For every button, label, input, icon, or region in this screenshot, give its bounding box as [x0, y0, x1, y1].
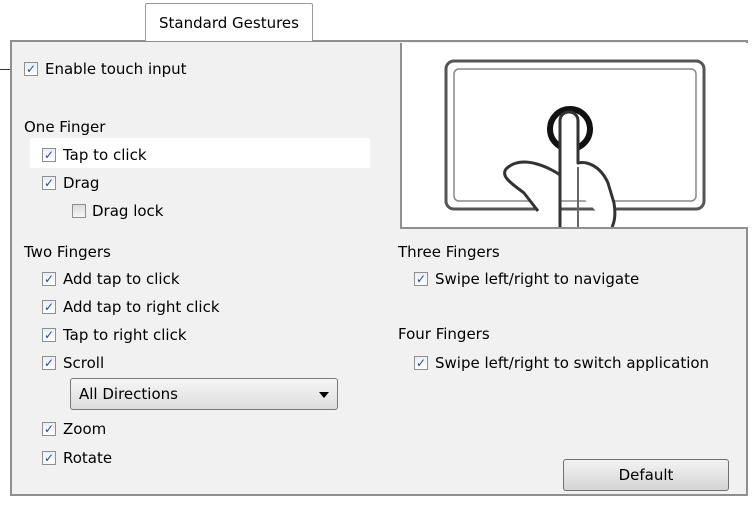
tab-standard-gestures[interactable]: Standard Gestures: [145, 3, 313, 41]
drag-lock-checkbox[interactable]: [72, 204, 86, 218]
three-finger-swipe-label: Swipe left/right to navigate: [435, 270, 640, 288]
four-fingers-header: Four Fingers: [398, 325, 490, 343]
three-finger-swipe-checkbox[interactable]: ✓: [414, 272, 428, 286]
scroll-direction-value: All Directions: [79, 385, 178, 403]
tap-to-right-click-checkbox[interactable]: ✓: [42, 328, 56, 342]
drag-checkbox[interactable]: ✓: [42, 176, 56, 190]
drag-lock-label: Drag lock: [92, 202, 164, 220]
add-tap-to-click-checkbox[interactable]: ✓: [42, 272, 56, 286]
two-fingers-header: Two Fingers: [24, 243, 111, 261]
scroll-label: Scroll: [63, 354, 105, 372]
rotate-label: Rotate: [63, 449, 113, 467]
tap-to-click-checkbox[interactable]: ✓: [42, 148, 56, 162]
enable-touch-checkbox[interactable]: ✓: [24, 62, 38, 76]
add-tap-to-right-click-checkbox[interactable]: ✓: [42, 300, 56, 314]
one-finger-header: One Finger: [24, 118, 106, 136]
dropdown-arrow-icon: [319, 392, 329, 398]
default-button[interactable]: Default: [563, 459, 729, 491]
add-tap-to-click-label: Add tap to click: [63, 270, 180, 288]
four-finger-swipe-label: Swipe left/right to switch application: [435, 354, 710, 372]
zoom-checkbox[interactable]: ✓: [42, 422, 56, 436]
add-tap-to-right-click-label: Add tap to right click: [63, 298, 220, 316]
rotate-checkbox[interactable]: ✓: [42, 451, 56, 465]
four-finger-swipe-checkbox[interactable]: ✓: [414, 356, 428, 370]
touchpad-tap-illustration-icon: [444, 59, 706, 228]
scroll-direction-select[interactable]: All Directions: [70, 378, 338, 410]
drag-label: Drag: [63, 174, 100, 192]
gesture-preview: [400, 43, 748, 229]
tap-to-click-label: Tap to click: [63, 146, 147, 164]
zoom-label: Zoom: [63, 420, 107, 438]
enable-touch-label: Enable touch input: [45, 60, 187, 78]
tap-to-right-click-label: Tap to right click: [63, 326, 187, 344]
scroll-checkbox[interactable]: ✓: [42, 356, 56, 370]
three-fingers-header: Three Fingers: [398, 243, 500, 261]
